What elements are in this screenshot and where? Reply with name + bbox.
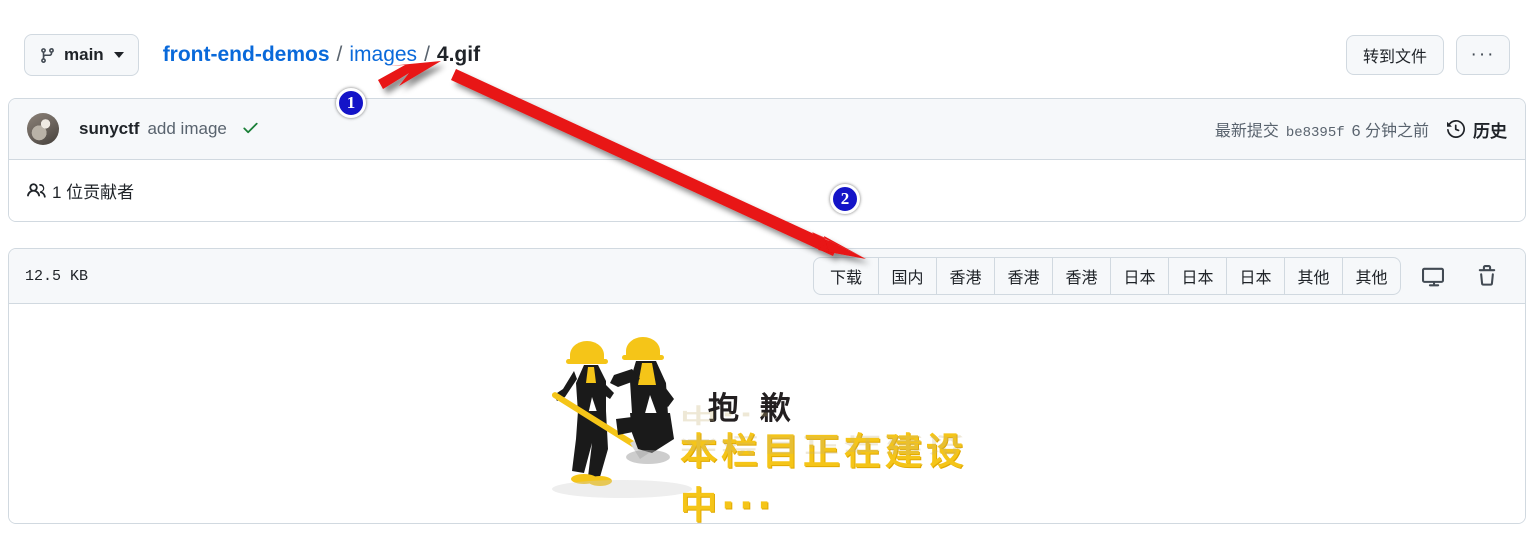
commit-header-row: sunyctf add image 最新提交 be8395f 6 分钟之前 历史 <box>9 99 1525 160</box>
breadcrumb-folder-link[interactable]: images <box>349 43 417 67</box>
people-icon <box>27 181 46 200</box>
history-label: 历史 <box>1473 121 1507 141</box>
monitor-icon[interactable] <box>1411 257 1455 295</box>
commit-message-link[interactable]: add image <box>147 119 226 139</box>
mirror-button-6[interactable]: 日本 <box>1169 257 1227 295</box>
commit-history-link[interactable]: 历史 <box>1447 117 1507 142</box>
history-icon <box>1447 120 1465 138</box>
git-branch-icon <box>39 47 56 64</box>
contributors-row: 1 位贡献者 <box>9 160 1525 221</box>
gif-construction-text-reflection: 本栏目正在建设中··· <box>680 402 967 457</box>
file-preview-area: 抱 歉 本栏目正在建设中··· 本栏目正在建设中··· <box>9 304 1525 523</box>
breadcrumb-repo-link[interactable]: front-end-demos <box>163 43 330 67</box>
avatar[interactable] <box>27 113 59 145</box>
download-button[interactable]: 下载 <box>812 257 879 295</box>
check-icon[interactable] <box>241 118 260 141</box>
file-header-bar: main front-end-demos / images / 4.gif 转到… <box>0 28 1534 82</box>
annotation-badge-2: 2 <box>830 184 860 214</box>
file-size-label: 12.5 KB <box>25 267 89 285</box>
mirror-button-7[interactable]: 日本 <box>1227 257 1285 295</box>
latest-commit-panel: sunyctf add image 最新提交 be8395f 6 分钟之前 历史… <box>8 98 1526 222</box>
mirror-button-4[interactable]: 香港 <box>1053 257 1111 295</box>
branch-selector-button[interactable]: main <box>24 34 139 76</box>
branch-name-label: main <box>64 45 104 64</box>
commit-author-link[interactable]: sunyctf <box>79 119 139 139</box>
commit-meta-group: 最新提交 be8395f 6 分钟之前 历史 <box>1215 117 1507 142</box>
contributors-count-link[interactable]: 1 位贡献者 <box>52 178 134 203</box>
file-header-actions: 转到文件 ··· <box>1345 35 1510 75</box>
more-options-button[interactable]: ··· <box>1456 35 1510 75</box>
trash-icon[interactable] <box>1465 257 1509 295</box>
commit-time: 6 分钟之前 <box>1351 123 1429 140</box>
file-toolbar: 12.5 KB 下载 国内 香港 香港 香港 日本 日本 日本 其他 其他 <box>9 249 1525 304</box>
breadcrumb-separator: / <box>424 43 430 66</box>
mirror-button-8[interactable]: 其他 <box>1285 257 1343 295</box>
latest-commit-label: 最新提交 <box>1214 123 1279 140</box>
commit-sha[interactable]: be8395f <box>1286 125 1345 141</box>
annotation-badge-1: 1 <box>336 88 366 118</box>
mirror-button-2[interactable]: 香港 <box>937 257 995 295</box>
download-mirror-button-group: 下载 国内 香港 香港 香港 日本 日本 日本 其他 其他 <box>812 257 1401 295</box>
file-toolbar-actions: 下载 国内 香港 香港 香港 日本 日本 日本 其他 其他 <box>812 257 1509 295</box>
mirror-button-9[interactable]: 其他 <box>1343 257 1401 295</box>
commit-meta: 最新提交 be8395f 6 分钟之前 <box>1215 117 1429 141</box>
breadcrumb: front-end-demos / images / 4.gif <box>163 43 480 67</box>
file-content-panel: 12.5 KB 下载 国内 香港 香港 香港 日本 日本 日本 其他 其他 抱 … <box>8 248 1526 524</box>
mirror-button-1[interactable]: 国内 <box>879 257 937 295</box>
github-file-view-page: main front-end-demos / images / 4.gif 转到… <box>0 0 1534 536</box>
mirror-button-3[interactable]: 香港 <box>995 257 1053 295</box>
breadcrumb-current-file: 4.gif <box>436 43 481 66</box>
chevron-down-icon <box>113 52 124 58</box>
goto-file-button[interactable]: 转到文件 <box>1345 35 1444 75</box>
mirror-button-5[interactable]: 日本 <box>1111 257 1169 295</box>
breadcrumb-separator: / <box>336 43 343 66</box>
gif-preview-image: 抱 歉 本栏目正在建设中··· 本栏目正在建设中··· <box>532 321 1002 523</box>
